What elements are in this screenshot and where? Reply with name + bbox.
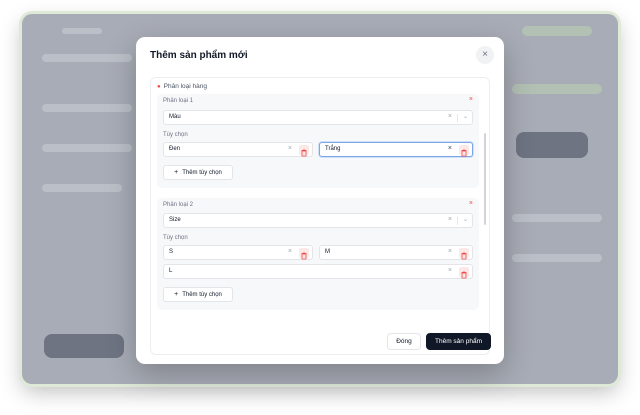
variant-select[interactable]: Màu × ⌄	[163, 110, 473, 125]
clear-icon[interactable]: ×	[448, 267, 452, 274]
chevron-down-icon[interactable]: ⌄	[463, 113, 468, 120]
remove-group-icon[interactable]: ×	[469, 200, 473, 207]
select-divider	[457, 114, 458, 122]
add-option-label: Thêm tùy chọn	[182, 292, 222, 298]
bg-placeholder	[516, 132, 588, 158]
section-label-text: Phân loại hàng	[163, 83, 207, 90]
add-option-button[interactable]: + Thêm tùy chọn	[163, 287, 233, 302]
clear-icon[interactable]: ×	[448, 216, 452, 223]
select-value: Màu	[169, 114, 181, 120]
bg-placeholder	[62, 28, 102, 34]
variant-select[interactable]: Size × ⌄	[163, 213, 473, 228]
options-label: Tùy chọn	[163, 235, 188, 241]
bg-placeholder	[42, 184, 122, 192]
option-value: Trắng	[325, 146, 341, 152]
option-value: L	[169, 268, 173, 274]
bg-placeholder	[512, 84, 602, 94]
clear-icon[interactable]: ×	[448, 145, 452, 152]
trash-icon[interactable]	[459, 248, 469, 260]
clear-icon[interactable]: ×	[288, 248, 292, 255]
bg-placeholder	[522, 26, 592, 36]
clear-icon[interactable]: ×	[448, 113, 452, 120]
add-option-label: Thêm tùy chọn	[182, 170, 222, 176]
scrollbar[interactable]	[484, 133, 486, 225]
trash-icon[interactable]	[459, 145, 469, 157]
bg-placeholder	[42, 54, 132, 62]
group-label: Phân loại 2	[163, 202, 194, 208]
bg-placeholder	[42, 144, 132, 152]
bg-placeholder	[512, 214, 602, 222]
trash-icon[interactable]	[299, 145, 309, 157]
option-input[interactable]: Đen ×	[163, 142, 313, 157]
option-input[interactable]: L ×	[163, 264, 473, 279]
modal-title: Thêm sản phẩm mới	[150, 50, 248, 61]
variants-panel: ● Phân loại hàng Phân loại 1 × Màu × ⌄ Tù…	[150, 77, 490, 355]
bg-placeholder	[44, 334, 124, 358]
option-input[interactable]: Trắng ×	[319, 142, 473, 157]
select-value: Size	[169, 217, 181, 223]
select-divider	[457, 217, 458, 225]
close-icon[interactable]: ×	[476, 46, 494, 64]
chevron-down-icon[interactable]: ⌄	[463, 216, 468, 223]
group-label: Phân loại 1	[163, 98, 194, 104]
option-value: Đen	[169, 146, 181, 152]
plus-icon: +	[174, 291, 179, 298]
required-dot-icon: ●	[157, 84, 161, 90]
add-option-button[interactable]: + Thêm tùy chọn	[163, 165, 233, 180]
remove-group-icon[interactable]: ×	[469, 96, 473, 103]
section-label: ● Phân loại hàng	[157, 83, 207, 90]
option-value: S	[169, 249, 174, 255]
plus-icon: +	[174, 169, 179, 176]
trash-icon[interactable]	[459, 267, 469, 279]
option-input[interactable]: M ×	[319, 245, 473, 260]
options-label: Tùy chọn	[163, 132, 188, 138]
close-button[interactable]: Đóng	[387, 333, 421, 350]
bg-placeholder	[42, 104, 132, 112]
option-input[interactable]: S ×	[163, 245, 313, 260]
option-value: M	[325, 249, 330, 255]
variant-group-2: Phân loại 2 × Size × ⌄ Tùy chọn S × M ×	[157, 198, 479, 310]
clear-icon[interactable]: ×	[288, 145, 292, 152]
clear-icon[interactable]: ×	[448, 248, 452, 255]
add-product-button[interactable]: Thêm sản phẩm	[426, 333, 491, 350]
add-product-modal: Thêm sản phẩm mới × ● Phân loại hàng Phân…	[136, 37, 504, 364]
bg-placeholder	[512, 254, 602, 262]
variant-group-1: Phân loại 1 × Màu × ⌄ Tùy chọn Đen × Trắ…	[157, 94, 479, 188]
trash-icon[interactable]	[299, 248, 309, 260]
